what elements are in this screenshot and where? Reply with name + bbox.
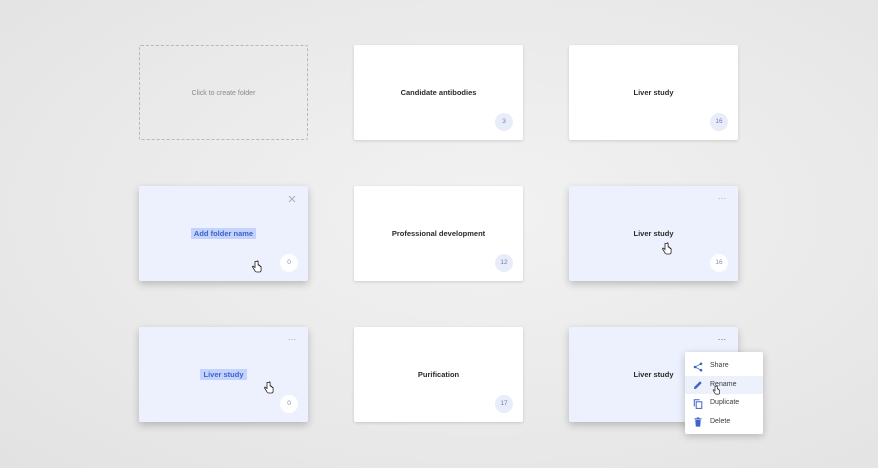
more-options-icon[interactable]: … xyxy=(718,333,728,342)
hand-pointer-icon xyxy=(662,242,672,255)
create-folder-label: Click to create folder xyxy=(191,90,256,97)
menu-item-duplicate[interactable]: Duplicate xyxy=(685,394,763,413)
folder-context-menu: Share Rename Duplicate Delete xyxy=(685,352,763,434)
folder-card[interactable]: Liver study 16 xyxy=(569,45,738,140)
folder-count-badge: 0 xyxy=(280,395,298,413)
more-options-icon[interactable]: … xyxy=(718,192,728,201)
trash-icon xyxy=(694,417,702,427)
close-icon[interactable] xyxy=(287,194,297,204)
folder-count-badge: 0 xyxy=(280,254,298,272)
folder-title: Professional development xyxy=(391,229,486,238)
folder-count-badge: 16 xyxy=(710,254,728,272)
folder-title: Candidate antibodies xyxy=(400,88,477,97)
more-options-icon[interactable]: … xyxy=(288,333,298,342)
menu-item-delete[interactable]: Delete xyxy=(685,413,763,432)
folder-card-renaming[interactable]: … Liver study 0 xyxy=(139,327,308,422)
folder-name-placeholder: Add folder name xyxy=(190,228,257,239)
menu-item-label: Share xyxy=(710,362,729,369)
menu-item-rename[interactable]: Rename xyxy=(685,375,763,394)
folder-card-hovered[interactable]: … Liver study 16 xyxy=(569,186,738,281)
folder-count-badge: 16 xyxy=(710,113,728,131)
folder-name-input[interactable]: Liver study xyxy=(139,369,308,380)
pencil-icon xyxy=(694,381,702,389)
folder-name-input[interactable]: Add folder name xyxy=(139,228,308,239)
folder-title-selected: Liver study xyxy=(200,369,247,380)
create-folder-card[interactable]: Click to create folder xyxy=(139,45,308,140)
menu-item-share[interactable]: Share xyxy=(685,357,763,376)
folder-title: Liver study xyxy=(633,88,674,97)
folder-title: Liver study xyxy=(633,229,674,238)
folder-card[interactable]: Candidate antibodies 3 xyxy=(354,45,523,140)
menu-item-label: Duplicate xyxy=(710,399,740,406)
folder-count-badge: 17 xyxy=(495,395,513,413)
folder-count-badge: 12 xyxy=(495,254,513,272)
copy-icon xyxy=(693,398,703,409)
folder-card-editing[interactable]: Add folder name 0 xyxy=(139,186,308,281)
folder-count-badge: 3 xyxy=(495,113,513,131)
hand-pointer-icon xyxy=(252,260,262,273)
folder-card[interactable]: Professional development 12 xyxy=(354,186,523,281)
hand-pointer-icon xyxy=(264,381,274,394)
hand-pointer-icon xyxy=(712,384,720,394)
folder-card[interactable]: Purification 17 xyxy=(354,327,523,422)
share-icon xyxy=(693,362,703,371)
folder-title: Purification xyxy=(417,370,460,379)
menu-item-label: Delete xyxy=(710,417,731,425)
